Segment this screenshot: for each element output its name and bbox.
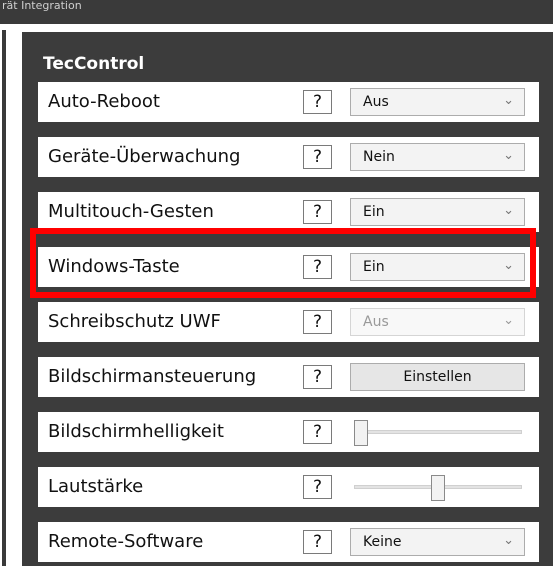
setting-label: Bildschirmhelligkeit: [48, 421, 224, 442]
setting-label: Auto-Reboot: [48, 91, 160, 112]
left-divider: [2, 30, 6, 566]
brightness-slider-track[interactable]: [354, 430, 522, 434]
window-title: rät Integration: [2, 0, 82, 12]
chevron-down-icon: ⌄: [503, 148, 514, 163]
setting-row-auto-reboot: Auto-Reboot ? Aus ⌄: [38, 82, 539, 122]
help-button[interactable]: ?: [303, 530, 332, 554]
auto-reboot-select[interactable]: Aus ⌄: [350, 88, 525, 116]
geraete-ueberwachung-select[interactable]: Nein ⌄: [350, 143, 525, 171]
help-button[interactable]: ?: [303, 255, 332, 279]
chevron-down-icon: ⌄: [503, 313, 514, 328]
setting-row-windows-taste: Windows-Taste ? Ein ⌄: [38, 247, 539, 287]
select-value: Aus: [363, 94, 389, 110]
setting-label: Geräte-Überwachung: [48, 146, 241, 167]
help-button[interactable]: ?: [303, 200, 332, 224]
setting-label: Schreibschutz UWF: [48, 311, 221, 332]
help-button[interactable]: ?: [303, 420, 332, 444]
setting-row-remote-software: Remote-Software ? Keine ⌄: [38, 522, 539, 562]
window-title-bar: rät Integration: [0, 0, 553, 24]
chevron-down-icon: ⌄: [503, 258, 514, 273]
chevron-down-icon: ⌄: [503, 203, 514, 218]
volume-slider-thumb[interactable]: [431, 475, 445, 501]
multitouch-gesten-select[interactable]: Ein ⌄: [350, 198, 525, 226]
help-button[interactable]: ?: [303, 475, 332, 499]
select-value: Nein: [363, 149, 395, 165]
setting-label: Multitouch-Gesten: [48, 201, 214, 222]
help-button[interactable]: ?: [303, 145, 332, 169]
brightness-slider-thumb[interactable]: [354, 420, 368, 446]
select-value: Keine: [363, 534, 402, 550]
setting-row-lautstaerke: Lautstärke ?: [38, 467, 539, 507]
select-value: Ein: [363, 204, 385, 220]
einstellen-button[interactable]: Einstellen: [350, 363, 525, 391]
schreibschutz-uwf-select: Aus ⌄: [350, 308, 525, 336]
setting-label: Lautstärke: [48, 476, 144, 497]
help-button[interactable]: ?: [303, 90, 332, 114]
chevron-down-icon: ⌄: [503, 533, 514, 548]
windows-taste-select[interactable]: Ein ⌄: [350, 253, 525, 281]
help-button[interactable]: ?: [303, 310, 332, 334]
chevron-down-icon: ⌄: [503, 93, 514, 108]
teccontrol-panel: TecControl Auto-Reboot ? Aus ⌄ Geräte-Üb…: [22, 32, 553, 566]
select-value: Aus: [363, 314, 389, 330]
select-value: Ein: [363, 259, 385, 275]
panel-title: TecControl: [43, 54, 145, 74]
remote-software-select[interactable]: Keine ⌄: [350, 528, 525, 556]
setting-row-bildschirmansteuerung: Bildschirmansteuerung ? Einstellen: [38, 357, 539, 397]
setting-row-multitouch-gesten: Multitouch-Gesten ? Ein ⌄: [38, 192, 539, 232]
setting-label: Bildschirmansteuerung: [48, 366, 257, 387]
setting-row-bildschirmhelligkeit: Bildschirmhelligkeit ?: [38, 412, 539, 452]
setting-label: Windows-Taste: [48, 256, 180, 277]
setting-row-geraete-ueberwachung: Geräte-Überwachung ? Nein ⌄: [38, 137, 539, 177]
setting-label: Remote-Software: [48, 531, 204, 552]
help-button[interactable]: ?: [303, 365, 332, 389]
setting-row-schreibschutz-uwf: Schreibschutz UWF ? Aus ⌄: [38, 302, 539, 342]
